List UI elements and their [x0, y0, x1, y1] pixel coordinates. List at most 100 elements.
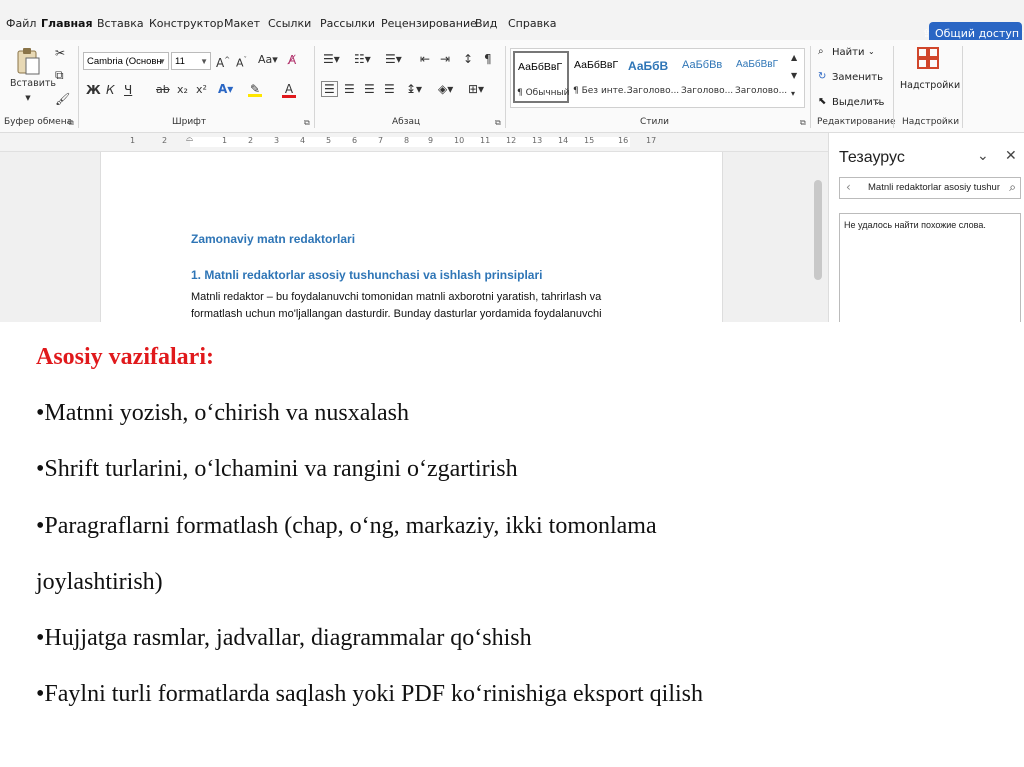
tab-help[interactable]: Справка	[508, 17, 556, 30]
multilevel-list-icon[interactable]: ☰▾	[385, 52, 402, 66]
tab-references[interactable]: Ссылки	[268, 17, 311, 30]
horizontal-ruler[interactable]: 1 2 1 2 3 4 5 6 7 8 9 10 11 12 13 14 15 …	[0, 133, 828, 152]
decrease-indent-icon[interactable]: ⇤	[420, 52, 430, 66]
styles-group-label: Стили	[640, 117, 669, 127]
ruler-number: 4	[300, 136, 306, 145]
bullet-item: •Matnni yozish, o‘chirish va nusxalash	[36, 400, 410, 426]
bullets-icon[interactable]: ☰▾	[323, 52, 340, 66]
borders-icon[interactable]: ⊞▾	[468, 82, 484, 96]
sort-icon[interactable]: ↕	[463, 52, 473, 66]
thesaurus-results: Не удалось найти похожие слова.	[839, 213, 1021, 322]
replace-icon: ↻	[818, 71, 827, 82]
launcher-icon[interactable]: ⧉	[68, 118, 74, 128]
divider	[893, 46, 894, 128]
addins-icon	[917, 47, 939, 69]
ruler-number: 10	[454, 136, 465, 145]
chevron-down-icon: ▼	[25, 94, 31, 102]
tab-file[interactable]: Файл	[6, 17, 36, 30]
numbering-icon[interactable]: ☷▾	[354, 52, 371, 66]
tab-insert[interactable]: Вставка	[97, 17, 144, 30]
grow-font-icon[interactable]: A^	[216, 53, 230, 70]
font-color-icon[interactable]: A	[282, 82, 296, 98]
bullet-item: •Paragraflarni formatlash (chap, o‘ng, m…	[36, 513, 657, 539]
copy-icon[interactable]: ⧉	[55, 68, 64, 82]
align-center-icon[interactable]: ☰	[344, 82, 355, 96]
chevron-down-icon[interactable]: ▼	[791, 69, 797, 83]
chevron-down-icon[interactable]: ⌄	[977, 148, 989, 164]
font-name-field[interactable]: Cambria (Основн ▼	[83, 52, 169, 70]
font-name-value: Cambria (Основн	[87, 56, 162, 67]
launcher-icon[interactable]: ⧉	[495, 118, 501, 128]
tab-view[interactable]: Вид	[475, 17, 497, 30]
tab-layout[interactable]: Макет	[224, 17, 260, 30]
style-normal[interactable]: АаБбВвГ ¶ Обычный	[513, 51, 569, 103]
style-heading-1[interactable]: АаБбВ Заголово...	[625, 51, 681, 103]
style-heading-3[interactable]: АаБбВвГ Заголово...	[733, 51, 789, 103]
clear-format-icon[interactable]: A̸	[288, 53, 296, 67]
paste-label: Вставить	[10, 78, 57, 89]
more-styles-icon[interactable]: ▾	[791, 87, 795, 101]
thesaurus-search-input[interactable]: ‹ Matnli redaktorlar asosiy tushunc ⌕	[839, 177, 1021, 199]
italic-button[interactable]: К	[106, 83, 115, 97]
divider	[810, 46, 811, 128]
tab-mailings[interactable]: Рассылки	[320, 17, 375, 30]
increase-indent-icon[interactable]: ⇥	[440, 52, 450, 66]
bold-button[interactable]: Ж	[86, 83, 101, 97]
search-icon[interactable]: ⌕	[1009, 180, 1016, 195]
chevron-up-icon[interactable]: ▲	[791, 51, 797, 65]
divider	[505, 46, 506, 128]
cut-icon[interactable]: ✂	[55, 46, 65, 60]
strikethrough-button[interactable]: ab	[156, 83, 170, 97]
tab-review[interactable]: Рецензирование	[381, 17, 477, 30]
subscript-button[interactable]: x₂	[177, 83, 188, 97]
indent-marker-icon[interactable]: ⌓	[186, 134, 193, 144]
align-right-icon[interactable]: ☰	[364, 82, 375, 96]
ruler-number: 12	[506, 136, 517, 145]
chevron-down-icon: ⌄	[874, 97, 881, 106]
divider	[314, 46, 315, 128]
tab-design[interactable]: Конструктор	[149, 17, 223, 30]
ruler-number: 9	[428, 136, 434, 145]
superscript-button[interactable]: x²	[196, 83, 207, 97]
share-icon: ⇪	[921, 26, 931, 40]
vertical-scrollbar[interactable]	[814, 180, 822, 280]
text-effects-icon[interactable]: A▾	[218, 82, 233, 96]
shrink-font-icon[interactable]: Aˇ	[236, 53, 247, 71]
ruler-number: 13	[532, 136, 543, 145]
change-case-icon[interactable]: Aa▾	[258, 53, 278, 67]
align-left-icon[interactable]: ☰	[321, 81, 338, 97]
no-results-message: Не удалось найти похожие слова.	[844, 220, 986, 230]
launcher-icon[interactable]: ⧉	[800, 118, 806, 128]
pilcrow-icon[interactable]: ¶	[484, 52, 492, 66]
clipboard-group-label: Буфер обмена	[4, 117, 73, 127]
format-painter-icon[interactable]: 🖌	[55, 92, 70, 106]
addins-button[interactable]: Надстройки	[900, 46, 960, 106]
ruler-number: 5	[326, 136, 332, 145]
line-spacing-icon[interactable]: ↨▾	[406, 82, 422, 96]
highlight-icon[interactable]: ✎	[248, 82, 262, 97]
tab-home[interactable]: Главная	[41, 17, 93, 30]
justify-icon[interactable]: ☰	[384, 82, 395, 96]
style-name: Заголово...	[681, 86, 734, 96]
style-name: ¶ Без инте...	[573, 86, 633, 96]
launcher-icon[interactable]: ⧉	[304, 118, 310, 128]
style-name: Заголово...	[735, 86, 788, 96]
style-sample: АаБбВвГ	[736, 59, 779, 70]
ruler-number: 6	[352, 136, 358, 145]
shading-icon[interactable]: ◈▾	[438, 82, 453, 96]
paste-button[interactable]: Вставить ▼	[10, 46, 57, 105]
style-no-spacing[interactable]: АаБбВвГ ¶ Без инте...	[571, 51, 632, 103]
underline-button[interactable]: Ч	[124, 83, 132, 97]
document-heading: 1. Matnli redaktorlar asosiy tushunchasi…	[191, 268, 543, 282]
ruler-number: 8	[404, 136, 410, 145]
style-heading-2[interactable]: АаБбВв Заголово...	[679, 51, 735, 103]
clipboard-icon	[17, 48, 40, 75]
style-name: ¶ Обычный	[517, 88, 570, 98]
document-paragraph-line: formatlash uchun mo'ljallangan dasturdir…	[191, 308, 602, 320]
document-page[interactable]: Zamonaviy matn redaktorlari 1. Matnli re…	[100, 152, 723, 322]
back-icon[interactable]: ‹	[846, 180, 851, 194]
close-icon[interactable]: ✕	[1005, 148, 1017, 164]
font-size-field[interactable]: 11 ▼	[171, 52, 211, 70]
ruler-number: 1	[130, 136, 136, 145]
ruler-number: 11	[480, 136, 491, 145]
